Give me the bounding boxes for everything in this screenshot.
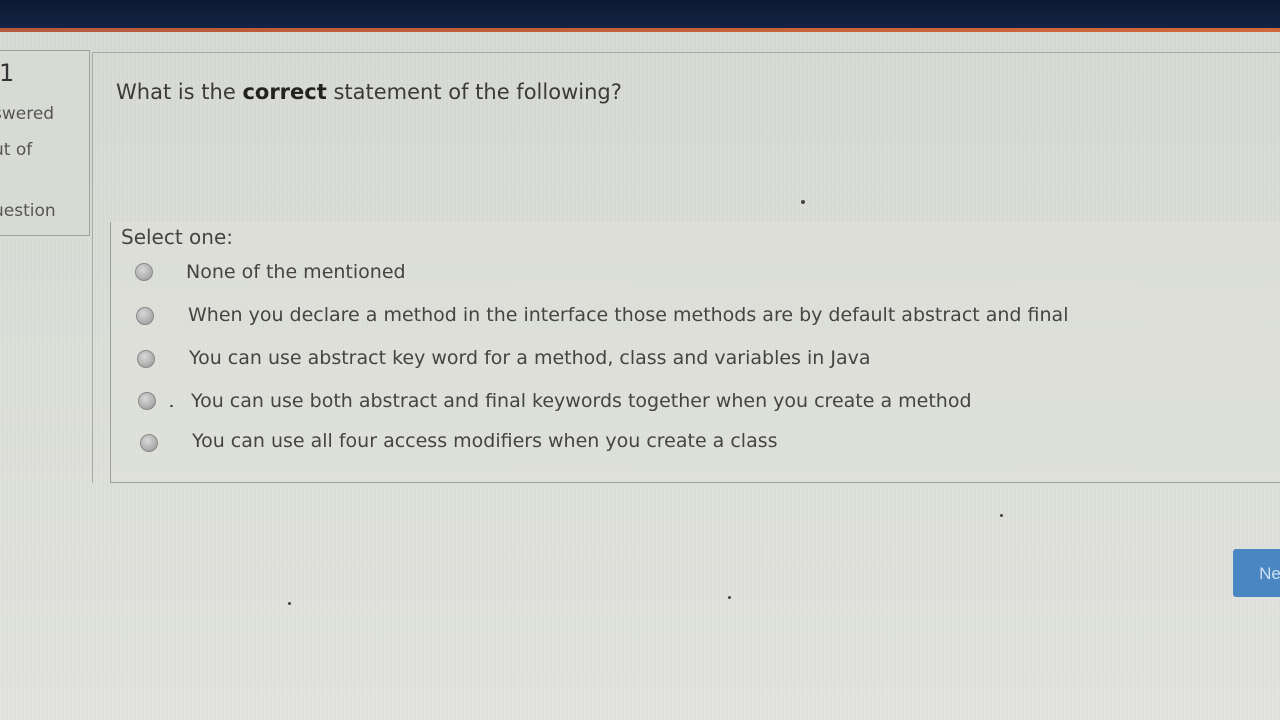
answer-option-5[interactable] [140,430,158,456]
radio-button-icon[interactable] [138,392,156,410]
question-status: swered [0,104,55,124]
screen-speck [728,596,731,599]
radio-button-icon[interactable] [137,350,155,368]
question-number: 1 [0,59,15,87]
question-text-prefix: What is the [116,80,243,104]
answer-option-label[interactable]: When you declare a method in the interfa… [188,304,1068,326]
question-text: What is the correct statement of the fol… [116,80,622,104]
screen-speck [1000,514,1003,517]
select-one-prompt: Select one: [121,225,234,249]
screen-speck [801,200,805,204]
question-mark-label: ut of [0,140,33,160]
top-bar [0,0,1280,30]
question-text-emphasis: correct [242,80,327,104]
radio-button-icon[interactable] [136,307,154,325]
answer-option-3[interactable] [137,346,155,372]
radio-button-icon[interactable] [135,263,153,281]
answer-option-label[interactable]: None of the mentioned [186,261,406,283]
answer-option-1[interactable] [135,259,153,285]
answer-option-label[interactable]: You can use both abstract and final keyw… [191,390,972,412]
answer-option-label[interactable]: You can use abstract key word for a meth… [189,347,871,369]
radio-button-icon[interactable] [140,434,158,452]
question-info-panel: 1 swered ut of uestion [0,50,90,236]
answer-option-label[interactable]: You can use all four access modifiers wh… [192,430,778,452]
answer-option-2[interactable] [136,303,154,329]
screen-speck [288,602,291,605]
next-page-button[interactable]: Ne [1233,549,1280,597]
screen-speck [170,405,173,407]
question-text-suffix: statement of the following? [326,80,622,104]
answer-option-4[interactable] [138,388,156,414]
flag-question-link[interactable]: uestion [0,201,56,221]
